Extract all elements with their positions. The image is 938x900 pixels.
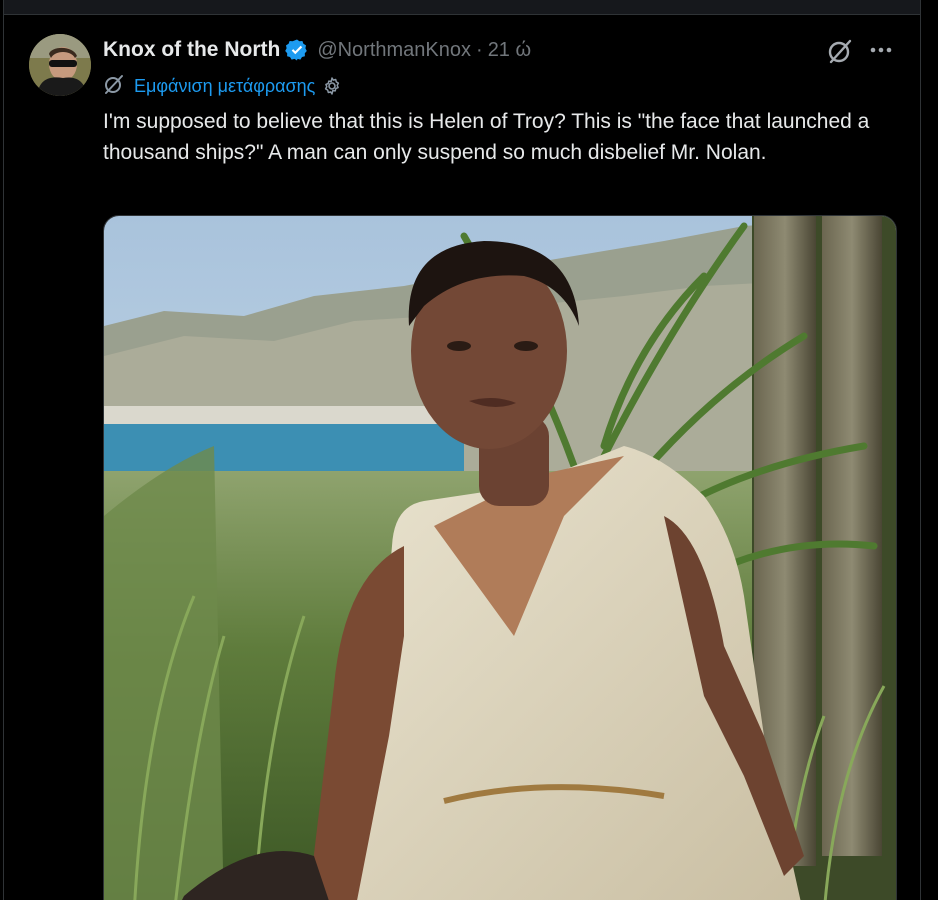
show-translation-row[interactable]: Εμφάνιση μετάφρασης: [103, 72, 342, 100]
tweet-media-image[interactable]: [103, 215, 897, 900]
media-photo: [104, 216, 896, 900]
avatar-photo: [29, 34, 91, 96]
grok-slash-icon[interactable]: [826, 37, 854, 65]
more-dots-icon[interactable]: [866, 38, 896, 62]
verified-badge-icon[interactable]: [285, 38, 309, 62]
user-handle[interactable]: @NorthmanKnox: [317, 39, 471, 62]
column-border-right: [920, 0, 921, 900]
show-translation-link[interactable]: Εμφάνιση μετάφρασης: [134, 76, 315, 97]
previous-tweet-bottom-edge: [4, 0, 920, 15]
avatar[interactable]: [29, 34, 91, 96]
column-border-left: [3, 0, 4, 900]
tweet-header: Knox of the North @NorthmanKnox · 21 ώ: [103, 35, 531, 65]
header-separator: ·: [476, 38, 483, 61]
tweet-text: I'm supposed to believe that this is Hel…: [103, 110, 870, 164]
settings-gear-icon[interactable]: [322, 76, 342, 96]
display-name[interactable]: Knox of the North: [103, 38, 280, 62]
translate-icon: [103, 73, 125, 100]
tweet-view: Knox of the North @NorthmanKnox · 21 ώ Ε…: [0, 0, 938, 900]
tweet-timestamp[interactable]: 21 ώ: [488, 39, 531, 62]
